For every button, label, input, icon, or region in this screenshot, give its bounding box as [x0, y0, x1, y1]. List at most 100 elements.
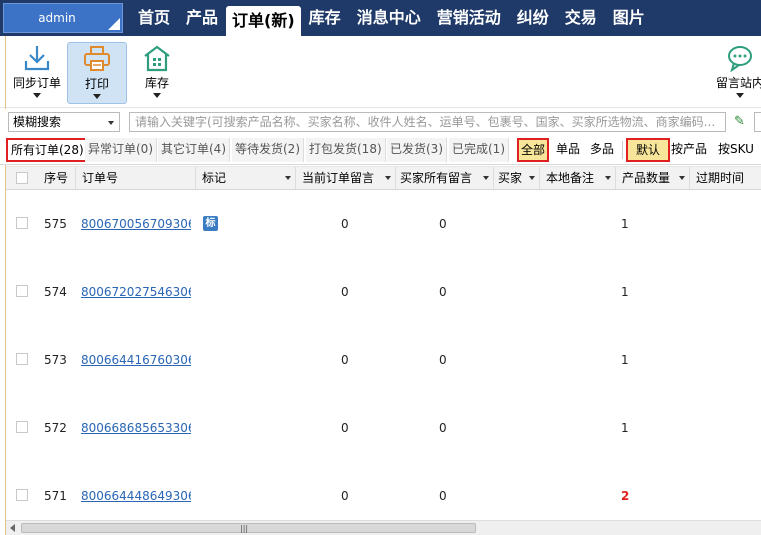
download-icon — [22, 44, 52, 72]
tab-shipped[interactable]: 已发货(3) — [387, 138, 447, 162]
row-seq: 573 — [44, 353, 67, 367]
nav-item-0[interactable]: 首页 — [130, 0, 178, 36]
col-buyer-label: 买家 — [498, 171, 523, 185]
filter-row: 所有订单(28) 异常订单(0) 其它订单(4) 等待发货(2) 打包发货(18… — [0, 135, 761, 165]
row-quantity: 1 — [621, 353, 629, 367]
col-expire-time: 过期时间 — [696, 171, 745, 185]
tab-awaiting-shipment[interactable]: 等待发货(2) — [232, 138, 304, 162]
row-buyer-all-messages: 0 — [439, 489, 447, 503]
search-mode-value: 模糊搜索 — [13, 115, 62, 129]
row-buyer-all-messages: 0 — [439, 353, 447, 367]
nav-item-7[interactable]: 交易 — [557, 0, 605, 36]
print-label: 打印 — [84, 77, 109, 91]
search-row: 模糊搜索 请输入关键字(可搜索产品名称、买家名称、收件人姓名、运单号、包裹号、国… — [0, 109, 761, 135]
order-number-link[interactable]: 8006644167603062 — [81, 353, 191, 367]
pencil-icon[interactable]: ✎ — [734, 115, 748, 129]
table-row[interactable]: 574 8006720275463062 0 0 1 — [6, 258, 761, 326]
divider — [622, 141, 623, 159]
row-seq: 572 — [44, 421, 67, 435]
col-quantity-label: 产品数量 — [622, 171, 671, 185]
row-buyer-all-messages: 0 — [439, 217, 447, 231]
col-local-note[interactable]: 本地备注 — [540, 167, 616, 189]
row-seq: 574 — [44, 285, 67, 299]
table-row[interactable]: 573 8006644167603062 0 0 1 — [6, 326, 761, 394]
caret-down-icon — [93, 94, 101, 99]
message-label: 留言站内 — [715, 76, 761, 90]
sync-orders-button[interactable]: 同步订单 — [10, 42, 64, 102]
sort-down-icon — [385, 176, 391, 180]
table-row[interactable]: 572 8006686856533062 0 0 1 — [6, 394, 761, 462]
sort-by-sku-button[interactable]: 按SKU — [716, 138, 756, 162]
row-checkbox[interactable] — [16, 285, 28, 297]
order-number-link[interactable]: 8006644486493062 — [81, 489, 191, 503]
tab-abnormal-orders[interactable]: 异常订单(0) — [85, 138, 157, 162]
order-table-body: 575 8006700567093062 标 0 0 1 574 80067202754630… — [6, 190, 761, 520]
horizontal-scrollbar[interactable]: ||| — [6, 520, 761, 535]
sort-down-icon — [285, 176, 291, 180]
mark-tag-icon[interactable]: 标 — [203, 216, 218, 231]
scroll-left-icon[interactable] — [10, 524, 15, 532]
search-button[interactable] — [754, 112, 761, 132]
account-menu[interactable]: admin — [3, 3, 123, 33]
scroll-thumb[interactable]: ||| — [21, 523, 476, 533]
corner-triangle-icon — [108, 18, 120, 30]
row-seq: 575 — [44, 217, 67, 231]
row-checkbox[interactable] — [16, 489, 28, 501]
sort-down-icon — [605, 176, 611, 180]
sort-down-icon — [483, 176, 489, 180]
row-buyer-all-messages: 0 — [439, 285, 447, 299]
row-buyer-all-messages: 0 — [439, 421, 447, 435]
row-current-message: 0 — [341, 421, 349, 435]
type-all-button[interactable]: 全部 — [517, 138, 550, 162]
nav-item-4[interactable]: 消息中心 — [349, 0, 429, 36]
row-seq: 571 — [44, 489, 67, 503]
tab-all-orders[interactable]: 所有订单(28) — [6, 138, 89, 162]
order-number-link[interactable]: 8006720275463062 — [81, 285, 191, 299]
caret-down-icon — [33, 93, 41, 98]
nav-item-3[interactable]: 库存 — [301, 0, 349, 36]
row-checkbox[interactable] — [16, 217, 28, 229]
warehouse-icon — [142, 44, 172, 72]
print-button[interactable]: 打印 — [67, 42, 127, 104]
col-buyer[interactable]: 买家 — [494, 167, 540, 189]
order-number-link[interactable]: 8006700567093062 — [81, 217, 191, 231]
tab-other-orders[interactable]: 其它订单(4) — [158, 138, 230, 162]
nav-item-8[interactable]: 图片 — [605, 0, 653, 36]
tab-completed[interactable]: 已完成(1) — [449, 138, 509, 162]
col-buyer-all-messages[interactable]: 买家所有留言 — [396, 167, 494, 189]
type-single-button[interactable]: 单品 — [554, 138, 582, 162]
row-quantity: 1 — [621, 217, 629, 231]
col-mark[interactable]: 标记 — [196, 167, 296, 189]
nav-item-2[interactable]: 订单(新) — [226, 6, 301, 36]
row-checkbox[interactable] — [16, 421, 28, 433]
order-number-link[interactable]: 8006686856533062 — [81, 421, 191, 435]
table-row[interactable]: 575 8006700567093062 标 0 0 1 — [6, 190, 761, 258]
search-mode-select[interactable]: 模糊搜索 — [8, 112, 120, 132]
nav-item-5[interactable]: 营销活动 — [429, 0, 509, 36]
sort-default-button[interactable]: 默认 — [626, 138, 671, 162]
grip-icon: ||| — [240, 524, 249, 533]
sync-orders-label: 同步订单 — [12, 76, 61, 90]
stock-label: 库存 — [144, 76, 169, 90]
type-multi-button[interactable]: 多品 — [588, 138, 616, 162]
col-seq: 序号 — [36, 167, 76, 189]
sort-by-product-button[interactable]: 按产品 — [669, 138, 709, 162]
caret-down-icon — [736, 93, 744, 98]
row-current-message: 0 — [341, 285, 349, 299]
stock-button[interactable]: 库存 — [132, 42, 182, 102]
search-input[interactable]: 请输入关键字(可搜索产品名称、买家名称、收件人姓名、运单号、包裹号、国家、买家所… — [129, 112, 726, 132]
col-local-note-label: 本地备注 — [546, 171, 595, 185]
toolbar: 同步订单 打印 库存 留言站内 — [0, 36, 761, 108]
chat-bubble-icon — [725, 44, 755, 73]
message-button[interactable]: 留言站内 — [705, 42, 761, 102]
col-current-message[interactable]: 当前订单留言 — [296, 167, 396, 189]
nav-item-1[interactable]: 产品 — [178, 0, 226, 36]
chevron-down-icon — [108, 121, 114, 125]
col-quantity[interactable]: 产品数量 — [616, 167, 690, 189]
row-current-message: 0 — [341, 217, 349, 231]
row-quantity: 1 — [621, 285, 629, 299]
nav-item-6[interactable]: 纠纷 — [509, 0, 557, 36]
row-checkbox[interactable] — [16, 353, 28, 365]
tab-packing[interactable]: 打包发货(18) — [306, 138, 386, 162]
select-all-checkbox[interactable] — [16, 172, 28, 184]
